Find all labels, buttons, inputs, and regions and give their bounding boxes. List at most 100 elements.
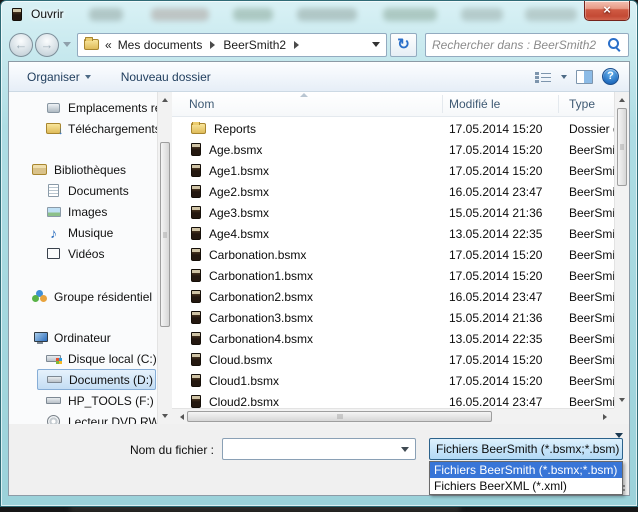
back-button[interactable]: ← bbox=[9, 33, 33, 57]
sidebar-item-recent-places[interactable]: Emplacements récents bbox=[9, 97, 157, 118]
file-type: Dossier de fichiers bbox=[558, 122, 614, 136]
file-row[interactable]: Carbonation3.bsmx 15.05.2014 21:36 BeerS… bbox=[172, 307, 614, 328]
column-header-name[interactable]: Nom bbox=[189, 97, 214, 111]
file-row[interactable]: Cloud1.bsmx 17.05.2014 15:20 BeerSmith bbox=[172, 370, 614, 391]
new-folder-label: Nouveau dossier bbox=[121, 70, 211, 84]
file-list-horizontal-scrollbar[interactable] bbox=[172, 408, 614, 424]
file-name: Age4.bsmx bbox=[209, 227, 269, 241]
address-bar[interactable]: « Mes documents BeerSmith2 bbox=[77, 33, 387, 57]
sidebar-item-documents[interactable]: Documents bbox=[9, 180, 157, 201]
column-divider[interactable] bbox=[558, 95, 559, 113]
documents-icon bbox=[48, 184, 59, 197]
scroll-down-icon[interactable] bbox=[615, 392, 629, 408]
file-row[interactable]: Age1.bsmx 17.05.2014 15:20 BeerSmith bbox=[172, 160, 614, 181]
file-name: Carbonation2.bsmx bbox=[209, 290, 313, 304]
breadcrumb-separator-icon[interactable] bbox=[210, 41, 215, 49]
breadcrumb-item-beersmith2[interactable]: BeerSmith2 bbox=[223, 38, 286, 52]
navigation-pane: Emplacements récents ↓ Téléchargements B… bbox=[9, 92, 157, 424]
breadcrumb-item-mes-documents[interactable]: Mes documents bbox=[118, 38, 203, 52]
horizontal-scrollbar-thumb[interactable] bbox=[187, 411, 492, 422]
search-input[interactable] bbox=[432, 38, 607, 52]
column-header-modified[interactable]: Modifié le bbox=[449, 97, 500, 111]
file-row[interactable]: Age3.bsmx 15.05.2014 21:36 BeerSmith bbox=[172, 202, 614, 223]
sidebar-item-videos[interactable]: Vidéos bbox=[9, 243, 157, 264]
filetype-option-beerxml[interactable]: Fichiers BeerXML (*.xml) bbox=[430, 478, 622, 494]
change-view-icon[interactable] bbox=[535, 71, 552, 83]
column-header-type[interactable]: Type bbox=[569, 97, 595, 111]
file-row[interactable]: Cloud.bsmx 17.05.2014 15:20 BeerSmith bbox=[172, 349, 614, 370]
organize-label: Organiser bbox=[27, 70, 80, 84]
scroll-right-icon[interactable] bbox=[597, 409, 612, 424]
file-name: Cloud1.bsmx bbox=[209, 374, 279, 388]
file-type: BeerSmith bbox=[558, 332, 614, 346]
file-modified: 13.05.2014 22:35 bbox=[442, 332, 558, 346]
views-dropdown-icon[interactable] bbox=[561, 75, 567, 79]
filename-input[interactable] bbox=[222, 438, 416, 460]
main-area: Emplacements récents ↓ Téléchargements B… bbox=[9, 92, 629, 424]
file-modified: 17.05.2014 15:20 bbox=[442, 164, 558, 178]
organize-button[interactable]: Organiser bbox=[19, 66, 99, 88]
file-name: Cloud.bsmx bbox=[209, 353, 272, 367]
file-list-vertical-scrollbar[interactable] bbox=[614, 92, 629, 408]
sidebar-item-label: Vidéos bbox=[68, 247, 104, 261]
sidebar-item-local-disk-c[interactable]: Disque local (C:) bbox=[9, 348, 157, 369]
videos-icon bbox=[47, 248, 60, 259]
preview-pane-icon[interactable] bbox=[576, 70, 593, 84]
history-dropdown-icon[interactable] bbox=[63, 42, 71, 47]
sidebar-item-dvd-drive[interactable]: Lecteur DVD RW bbox=[9, 411, 157, 424]
forward-button[interactable]: → bbox=[35, 33, 59, 57]
command-toolbar: Organiser Nouveau dossier ? bbox=[9, 62, 629, 92]
file-modified: 16.05.2014 23:47 bbox=[442, 185, 558, 199]
address-dropdown-icon[interactable] bbox=[372, 42, 380, 47]
sidebar-scrollbar[interactable] bbox=[157, 92, 172, 424]
sidebar-item-music[interactable]: ♪ Musique bbox=[9, 222, 157, 243]
filename-combobox[interactable] bbox=[222, 438, 416, 460]
sidebar-item-label: Téléchargements bbox=[68, 122, 157, 136]
file-row[interactable]: Age.bsmx 17.05.2014 15:20 BeerSmith bbox=[172, 139, 614, 160]
help-icon[interactable]: ? bbox=[602, 68, 619, 85]
filetype-select[interactable]: Fichiers BeerSmith (*.bsmx;*.bsm) bbox=[429, 438, 623, 460]
sidebar-item-homegroup[interactable]: Groupe résidentiel bbox=[9, 286, 157, 307]
file-row[interactable]: Carbonation4.bsmx 13.05.2014 22:35 BeerS… bbox=[172, 328, 614, 349]
refresh-button[interactable]: ↻ bbox=[390, 33, 417, 57]
scroll-up-icon[interactable] bbox=[615, 92, 629, 108]
column-divider[interactable] bbox=[442, 95, 443, 113]
sidebar-item-computer[interactable]: Ordinateur bbox=[9, 327, 157, 348]
homegroup-icon bbox=[32, 290, 48, 303]
file-row[interactable]: Carbonation.bsmx 17.05.2014 15:20 BeerSm… bbox=[172, 244, 614, 265]
scroll-up-icon[interactable] bbox=[158, 92, 172, 108]
search-box[interactable] bbox=[425, 33, 629, 57]
sidebar-item-documents-d-selected[interactable]: Documents (D:) bbox=[37, 369, 156, 390]
search-icon bbox=[607, 37, 622, 52]
breadcrumb-overflow-chevron[interactable]: « bbox=[105, 38, 112, 52]
file-row-reports[interactable]: Reports 17.05.2014 15:20 Dossier de fich… bbox=[172, 118, 614, 139]
filetype-option-beersmith[interactable]: Fichiers BeerSmith (*.bsmx;*.bsm) bbox=[430, 462, 622, 478]
file-modified: 17.05.2014 15:20 bbox=[442, 248, 558, 262]
folder-icon bbox=[191, 123, 206, 134]
sidebar-scrollbar-thumb[interactable] bbox=[160, 142, 170, 327]
recent-places-icon bbox=[47, 103, 60, 113]
file-type: BeerSmith bbox=[558, 290, 614, 304]
filetype-dropdown-icon[interactable] bbox=[615, 433, 623, 438]
sidebar-item-libraries[interactable]: Bibliothèques bbox=[9, 159, 157, 180]
breadcrumb-separator-icon[interactable] bbox=[294, 41, 299, 49]
file-modified: 15.05.2014 21:36 bbox=[442, 206, 558, 220]
file-name: Carbonation4.bsmx bbox=[209, 332, 313, 346]
file-name: Carbonation1.bsmx bbox=[209, 269, 313, 283]
file-row[interactable]: Carbonation1.bsmx 17.05.2014 15:20 BeerS… bbox=[172, 265, 614, 286]
scroll-down-icon[interactable] bbox=[158, 408, 172, 424]
file-row[interactable]: Age4.bsmx 13.05.2014 22:35 BeerSmith bbox=[172, 223, 614, 244]
sidebar-item-hp-tools[interactable]: HP_TOOLS (F:) bbox=[9, 390, 157, 411]
file-row[interactable]: Carbonation2.bsmx 16.05.2014 23:47 BeerS… bbox=[172, 286, 614, 307]
new-folder-button[interactable]: Nouveau dossier bbox=[113, 66, 219, 88]
titlebar[interactable]: Ouvrir × bbox=[1, 1, 637, 29]
sidebar-item-pictures[interactable]: Images bbox=[9, 201, 157, 222]
file-list-scrollbar-thumb[interactable] bbox=[617, 108, 627, 186]
file-modified: 17.05.2014 15:20 bbox=[442, 374, 558, 388]
file-name: Age2.bsmx bbox=[209, 185, 269, 199]
sidebar-item-downloads[interactable]: ↓ Téléchargements bbox=[9, 118, 157, 139]
close-button[interactable]: × bbox=[584, 1, 630, 21]
sidebar-item-label: Documents (D:) bbox=[69, 373, 153, 387]
file-type: BeerSmith bbox=[558, 206, 614, 220]
file-row[interactable]: Age2.bsmx 16.05.2014 23:47 BeerSmith bbox=[172, 181, 614, 202]
